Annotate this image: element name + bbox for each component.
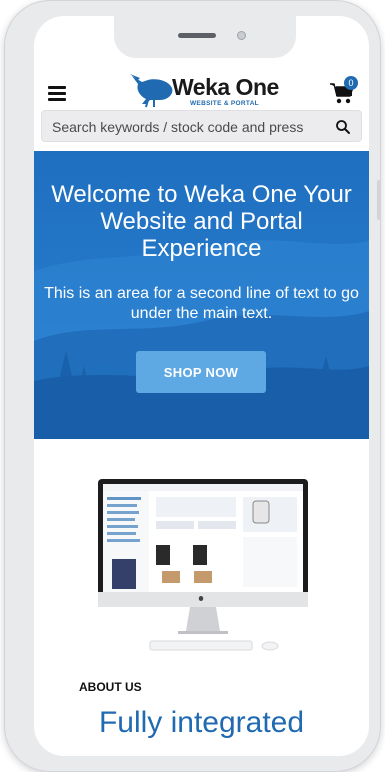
screen: Weka One WEBSITE & PORTAL 0 Search keywo… xyxy=(34,16,369,756)
search-bar xyxy=(41,110,362,142)
logo[interactable]: Weka One WEBSITE & PORTAL xyxy=(128,70,288,110)
search-input[interactable] xyxy=(52,117,322,137)
logo-title: Weka One xyxy=(172,74,279,100)
hamburger-menu-icon[interactable] xyxy=(48,86,66,101)
search-icon[interactable] xyxy=(335,119,351,135)
about-us-label: ABOUT US xyxy=(79,680,142,694)
hero-banner: Welcome to Weka One Your Website and Por… xyxy=(34,151,369,439)
shop-now-button[interactable]: SHOP NOW xyxy=(136,351,266,393)
cart-count-badge: 0 xyxy=(344,76,358,90)
hero-title: Welcome to Weka One Your Website and Por… xyxy=(51,181,352,262)
logo-subtitle: WEBSITE & PORTAL xyxy=(190,100,259,107)
imac-product-image xyxy=(98,479,308,651)
side-button xyxy=(377,180,381,220)
phone-frame: Weka One WEBSITE & PORTAL 0 Search keywo… xyxy=(4,0,381,772)
camera-icon xyxy=(237,31,246,40)
weka-bird-icon xyxy=(130,74,173,108)
site-header: Weka One WEBSITE & PORTAL 0 xyxy=(34,60,369,112)
hero-subtitle: This is an area for a second line of tex… xyxy=(44,285,359,322)
about-headline: Fully integrated xyxy=(98,706,305,739)
speaker xyxy=(178,33,216,38)
